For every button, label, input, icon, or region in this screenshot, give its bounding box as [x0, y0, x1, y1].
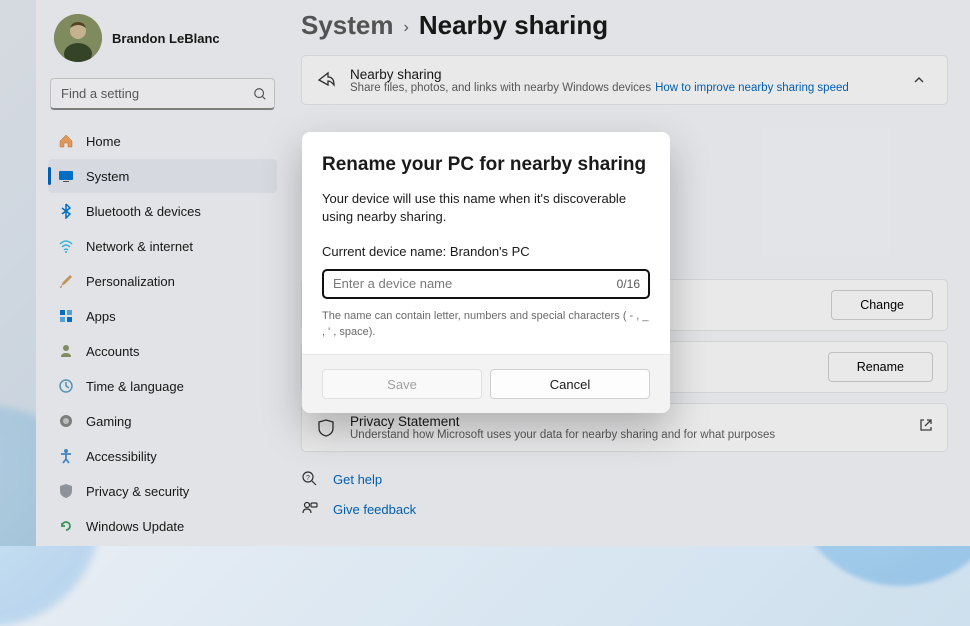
char-counter: 0/16: [617, 277, 640, 291]
cancel-button[interactable]: Cancel: [490, 369, 650, 399]
current-name-label: Current device name: Brandon's PC: [322, 244, 650, 259]
dialog-title: Rename your PC for nearby sharing: [322, 154, 650, 176]
save-button[interactable]: Save: [322, 369, 482, 399]
rename-dialog: Rename your PC for nearby sharing Your d…: [302, 132, 670, 413]
device-name-input[interactable]: [322, 269, 650, 299]
dialog-hint: The name can contain letter, numbers and…: [322, 309, 650, 340]
modal-overlay[interactable]: Rename your PC for nearby sharing Your d…: [0, 0, 970, 546]
dialog-description: Your device will use this name when it's…: [322, 190, 650, 226]
dialog-actions: Save Cancel: [302, 354, 670, 413]
